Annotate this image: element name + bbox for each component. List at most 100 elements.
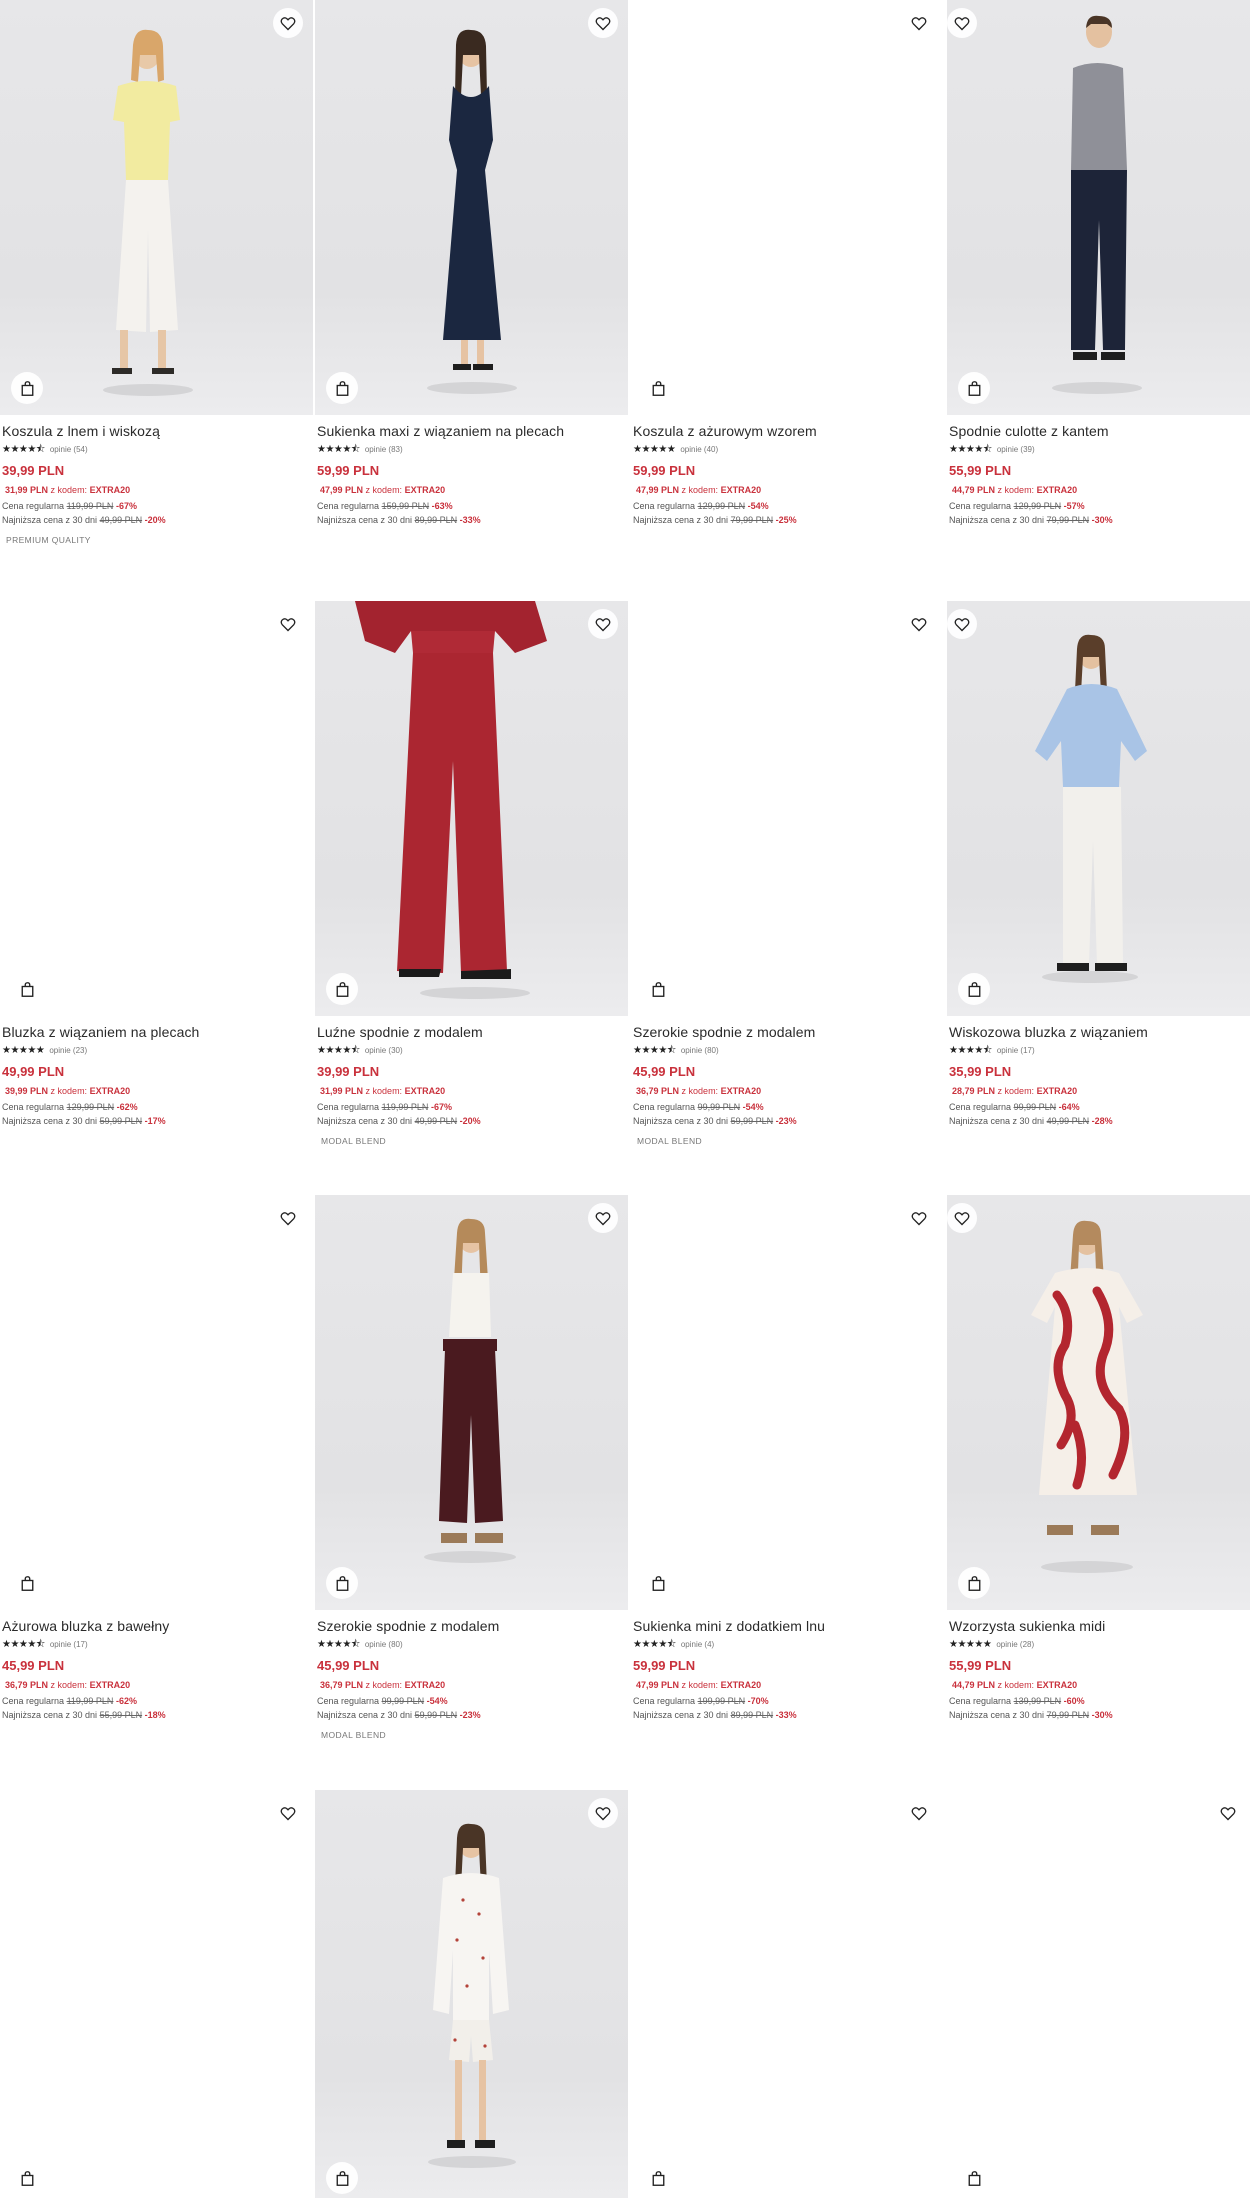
review-count[interactable]: opinie (28) <box>996 1640 1034 1650</box>
product-card[interactable]: Wiskozowa bluzka z wiązaniem ★★★★⯪ opini… <box>947 601 1250 1127</box>
product-image[interactable] <box>315 601 628 1016</box>
product-image[interactable] <box>0 601 313 1016</box>
review-count[interactable]: opinie (83) <box>365 445 403 455</box>
review-count[interactable]: opinie (80) <box>365 1640 403 1650</box>
add-to-wishlist-button[interactable] <box>273 1203 303 1233</box>
shopping-bag-icon <box>652 1575 664 1591</box>
add-to-wishlist-button[interactable] <box>273 1798 303 1828</box>
review-count[interactable]: opinie (17) <box>997 1046 1035 1056</box>
product-image[interactable] <box>315 0 628 415</box>
product-name[interactable]: Ażurowa bluzka z bawełny <box>2 1618 311 1635</box>
add-to-wishlist-button[interactable] <box>588 8 618 38</box>
product-image[interactable] <box>631 601 944 1016</box>
add-to-cart-button[interactable] <box>11 372 43 404</box>
add-to-wishlist-button[interactable] <box>588 609 618 639</box>
rating: ★★★★⯪ opinie (83) <box>317 444 626 455</box>
product-name[interactable]: Szerokie spodnie z modalem <box>633 1024 942 1041</box>
add-to-wishlist-button[interactable] <box>904 1203 934 1233</box>
promo-line: 31,99 PLN z kodem: EXTRA20 <box>2 485 311 496</box>
review-count[interactable]: opinie (54) <box>50 445 88 455</box>
review-count[interactable]: opinie (17) <box>50 1640 88 1650</box>
add-to-cart-button[interactable] <box>642 973 674 1005</box>
add-to-cart-button[interactable] <box>326 1567 358 1599</box>
add-to-wishlist-button[interactable] <box>904 1798 934 1828</box>
add-to-wishlist-button[interactable] <box>947 1203 977 1233</box>
promo-code: EXTRA20 <box>404 1680 446 1690</box>
add-to-wishlist-button[interactable] <box>1213 1798 1243 1828</box>
product-name[interactable]: Sukienka mini z dodatkiem lnu <box>633 1618 942 1635</box>
product-card[interactable] <box>947 1790 1250 2198</box>
add-to-cart-button[interactable] <box>326 372 358 404</box>
product-image[interactable] <box>315 1790 628 2198</box>
product-name[interactable]: Szerokie spodnie z modalem <box>317 1618 626 1635</box>
product-card[interactable] <box>631 1790 944 2198</box>
product-image[interactable] <box>631 0 944 415</box>
product-card[interactable] <box>0 1790 313 2198</box>
product-image[interactable] <box>0 1790 313 2198</box>
product-image[interactable] <box>0 1195 313 1610</box>
product-image[interactable] <box>0 0 313 415</box>
product-image[interactable] <box>631 1195 944 1610</box>
review-count[interactable]: opinie (4) <box>681 1640 714 1650</box>
product-image[interactable] <box>947 0 1250 415</box>
product-card[interactable]: Luźne spodnie z modalem ★★★★⯪ opinie (30… <box>315 601 628 1146</box>
add-to-cart-button[interactable] <box>11 973 43 1005</box>
add-to-cart-button[interactable] <box>11 1567 43 1599</box>
heart-icon <box>595 16 611 30</box>
regular-price-label: Cena regularna <box>633 501 696 511</box>
add-to-cart-button[interactable] <box>326 2162 358 2194</box>
product-name[interactable]: Sukienka maxi z wiązaniem na plecach <box>317 423 626 440</box>
product-name[interactable]: Wiskozowa bluzka z wiązaniem <box>949 1024 1250 1041</box>
add-to-cart-button[interactable] <box>642 1567 674 1599</box>
add-to-cart-button[interactable] <box>958 1567 990 1599</box>
promo-price: 47,99 PLN <box>636 1680 680 1690</box>
product-name[interactable]: Koszula z lnem i wiskozą <box>2 423 311 440</box>
review-count[interactable]: opinie (30) <box>365 1046 403 1056</box>
heart-icon <box>280 1211 296 1225</box>
add-to-wishlist-button[interactable] <box>947 609 977 639</box>
add-to-wishlist-button[interactable] <box>904 8 934 38</box>
add-to-wishlist-button[interactable] <box>588 1798 618 1828</box>
product-card[interactable]: Ażurowa bluzka z bawełny ★★★★⯪ opinie (1… <box>0 1195 313 1721</box>
product-card[interactable] <box>315 1790 628 2198</box>
product-name[interactable]: Luźne spodnie z modalem <box>317 1024 626 1041</box>
add-to-wishlist-button[interactable] <box>273 609 303 639</box>
add-to-cart-button[interactable] <box>958 973 990 1005</box>
product-image[interactable] <box>947 1790 1250 2198</box>
add-to-cart-button[interactable] <box>11 2162 43 2194</box>
product-image[interactable] <box>947 601 1250 1016</box>
product-name[interactable]: Koszula z ażurowym wzorem <box>633 423 942 440</box>
add-to-cart-button[interactable] <box>326 973 358 1005</box>
product-card[interactable]: Bluzka z wiązaniem na plecach ★★★★★ opin… <box>0 601 313 1127</box>
review-count[interactable]: opinie (80) <box>681 1046 719 1056</box>
review-count[interactable]: opinie (23) <box>49 1046 87 1056</box>
product-card[interactable]: Szerokie spodnie z modalem ★★★★⯪ opinie … <box>631 601 944 1146</box>
shopping-bag-icon <box>968 2170 980 2186</box>
add-to-cart-button[interactable] <box>958 2162 990 2194</box>
add-to-wishlist-button[interactable] <box>273 8 303 38</box>
lowest-price-label: Najniższa cena z 30 dni <box>317 1710 413 1720</box>
product-card[interactable]: Sukienka maxi z wiązaniem na plecach ★★★… <box>315 0 628 526</box>
product-name[interactable]: Bluzka z wiązaniem na plecach <box>2 1024 311 1041</box>
add-to-wishlist-button[interactable] <box>904 609 934 639</box>
add-to-cart-button[interactable] <box>642 2162 674 2194</box>
promo-line: 47,99 PLN z kodem: EXTRA20 <box>633 485 942 496</box>
product-card[interactable]: Sukienka mini z dodatkiem lnu ★★★★⯪ opin… <box>631 1195 944 1721</box>
product-card[interactable]: Wzorzysta sukienka midi ★★★★★ opinie (28… <box>947 1195 1250 1721</box>
product-name[interactable]: Spodnie culotte z kantem <box>949 423 1250 440</box>
current-price: 59,99 PLN <box>317 463 380 478</box>
product-card[interactable]: Szerokie spodnie z modalem ★★★★⯪ opinie … <box>315 1195 628 1740</box>
add-to-cart-button[interactable] <box>958 372 990 404</box>
review-count[interactable]: opinie (39) <box>997 445 1035 455</box>
product-card[interactable]: Koszula z lnem i wiskozą ★★★★⯪ opinie (5… <box>0 0 313 545</box>
add-to-wishlist-button[interactable] <box>947 8 977 38</box>
add-to-cart-button[interactable] <box>642 372 674 404</box>
product-card[interactable]: Koszula z ażurowym wzorem ★★★★★ opinie (… <box>631 0 944 526</box>
product-name[interactable]: Wzorzysta sukienka midi <box>949 1618 1250 1635</box>
product-card[interactable]: Spodnie culotte z kantem ★★★★⯪ opinie (3… <box>947 0 1250 526</box>
product-image[interactable] <box>315 1195 628 1610</box>
review-count[interactable]: opinie (40) <box>680 445 718 455</box>
product-image[interactable] <box>947 1195 1250 1610</box>
add-to-wishlist-button[interactable] <box>588 1203 618 1233</box>
product-image[interactable] <box>631 1790 944 2198</box>
